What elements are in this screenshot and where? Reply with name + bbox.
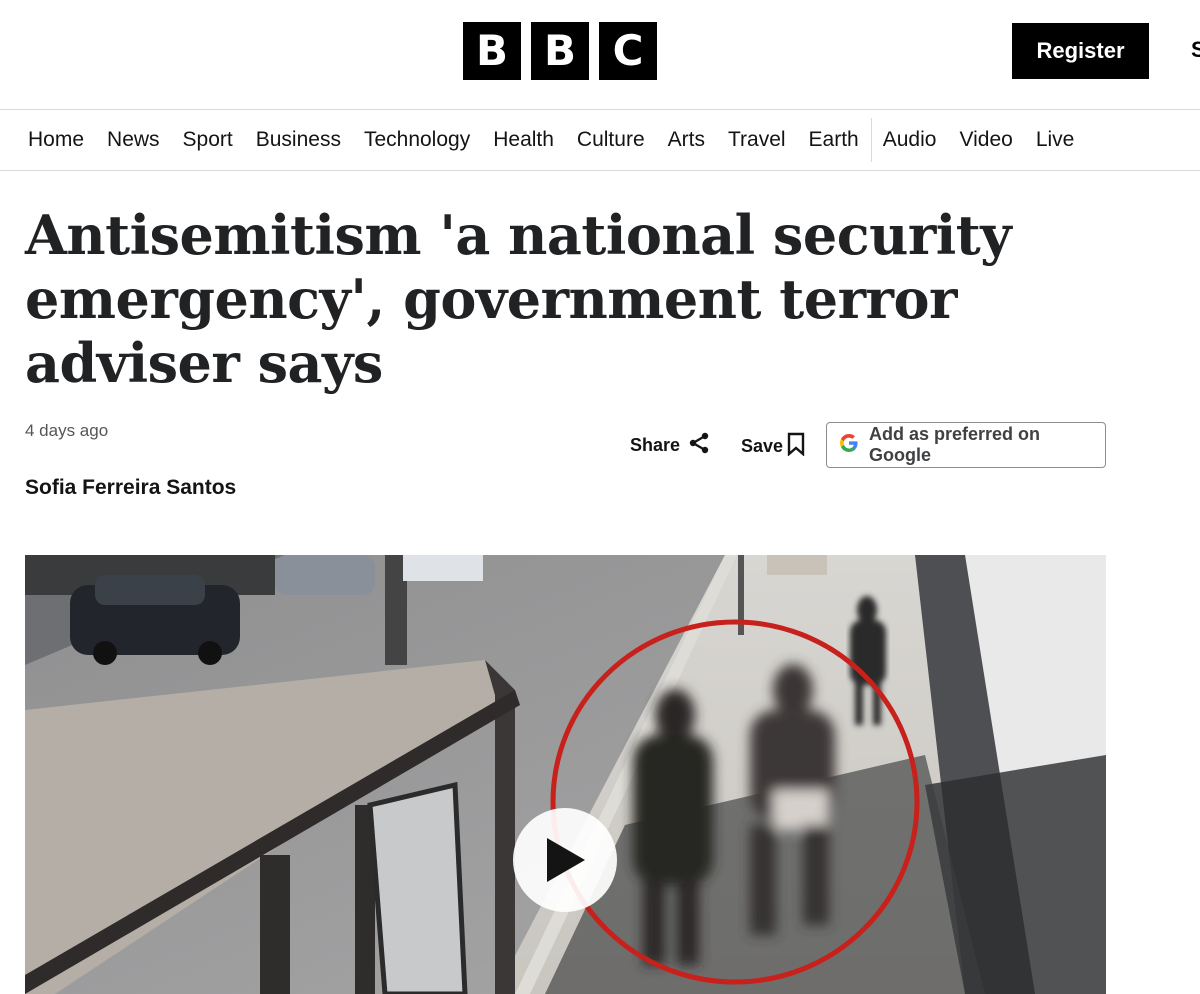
bbc-logo[interactable]: B B C (463, 22, 657, 80)
save-button[interactable]: Save (741, 432, 805, 461)
nav-item-home[interactable]: Home (28, 128, 84, 152)
masthead: B B C Register S (0, 0, 1200, 110)
nav-item-video[interactable]: Video (959, 128, 1012, 152)
save-label: Save (741, 436, 784, 456)
logo-letter-b1: B (463, 22, 521, 80)
nav-item-business[interactable]: Business (256, 128, 341, 152)
logo-letter-c: C (599, 22, 657, 80)
share-label: Share (630, 435, 681, 455)
nav-item-travel[interactable]: Travel (728, 128, 786, 152)
logo-letter-b2: B (531, 22, 589, 80)
nav-item-arts[interactable]: Arts (668, 128, 705, 152)
register-button[interactable]: Register (1012, 23, 1149, 79)
nav-item-live[interactable]: Live (1036, 128, 1075, 152)
bookmark-icon (787, 432, 805, 461)
play-button[interactable] (513, 808, 617, 912)
video-player[interactable] (25, 555, 1106, 994)
add-preferred-google-button[interactable]: Add as preferred on Google (826, 422, 1106, 468)
nav-item-audio[interactable]: Audio (883, 128, 937, 152)
google-button-label: Add as preferred on Google (869, 424, 1041, 465)
share-icon (688, 432, 710, 459)
nav-item-news[interactable]: News (107, 128, 160, 152)
cctv-still-image (25, 555, 1106, 994)
nav-item-technology[interactable]: Technology (364, 128, 470, 152)
article-timestamp: 4 days ago (25, 421, 109, 440)
nav-divider (870, 118, 872, 162)
nav-item-earth[interactable]: Earth (809, 128, 859, 152)
main-navigation: Home News Sport Business Technology Heal… (0, 110, 1200, 171)
article-byline[interactable]: Sofia Ferreira Santos (25, 476, 236, 500)
share-button[interactable]: Share (630, 432, 710, 459)
article-headline: Antisemitism 'a national security emerge… (25, 203, 1012, 395)
google-icon (839, 433, 859, 458)
nav-item-culture[interactable]: Culture (577, 128, 645, 152)
nav-item-health[interactable]: Health (493, 128, 554, 152)
sign-in-button[interactable]: S (1191, 37, 1200, 63)
nav-item-sport[interactable]: Sport (183, 128, 233, 152)
play-icon (543, 836, 587, 884)
